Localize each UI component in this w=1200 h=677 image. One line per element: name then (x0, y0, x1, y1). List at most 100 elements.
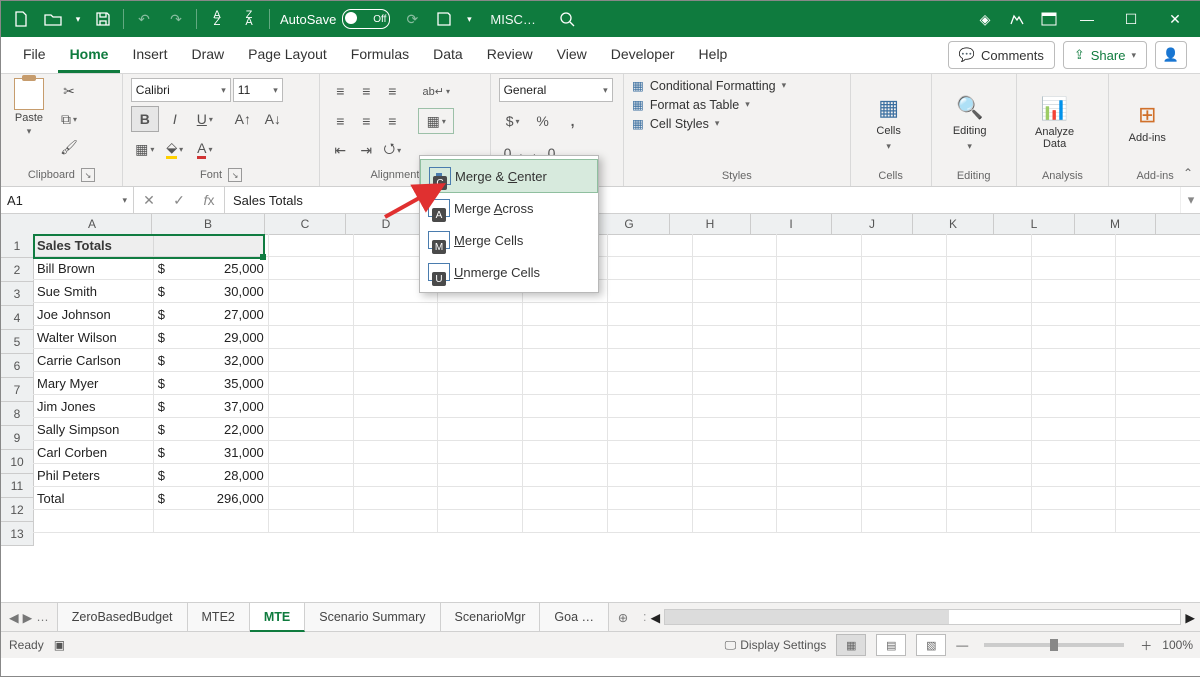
wrap-text-button[interactable]: ab↵ (418, 78, 454, 104)
zoom-out-icon[interactable]: — (956, 638, 968, 652)
percent-format-icon[interactable]: % (529, 108, 557, 134)
merge-menu-item-m[interactable]: MMerge Cells (420, 224, 598, 256)
open-dropdown-icon[interactable]: ▾ (71, 5, 85, 33)
cell-G4[interactable] (608, 303, 693, 326)
col-header-I[interactable]: I (751, 214, 832, 234)
cell-K10[interactable] (947, 441, 1032, 464)
cell-C6[interactable] (269, 349, 354, 372)
cell-A11[interactable]: Phil Peters (33, 464, 154, 487)
minimize-button[interactable]: — (1067, 1, 1107, 37)
tab-review[interactable]: Review (475, 38, 545, 73)
open-file-icon[interactable] (39, 5, 67, 33)
cell-J2[interactable] (862, 257, 947, 280)
cell-H3[interactable] (693, 280, 778, 303)
col-header-K[interactable]: K (913, 214, 994, 234)
cell-C2[interactable] (269, 257, 354, 280)
cell-L9[interactable] (1032, 418, 1117, 441)
cell-M2[interactable] (1116, 257, 1200, 280)
cell-L1[interactable] (1032, 234, 1117, 257)
worksheet-grid[interactable]: ABCDEFGHIJKLM 12345678910111213 Sales To… (1, 214, 1200, 602)
cell-A10[interactable]: Carl Corben (33, 441, 154, 464)
align-top-icon[interactable]: ≡ (328, 79, 352, 103)
cell-J7[interactable] (862, 372, 947, 395)
cell-J1[interactable] (862, 234, 947, 257)
tab-formulas[interactable]: Formulas (339, 38, 421, 73)
cell-C5[interactable] (269, 326, 354, 349)
cell-H13[interactable] (693, 510, 778, 533)
cell-K13[interactable] (947, 510, 1032, 533)
cell-D9[interactable] (354, 418, 439, 441)
insert-function-icon[interactable]: fx (194, 186, 224, 214)
hscroll-left-icon[interactable]: ◀ (651, 610, 661, 625)
macro-record-icon[interactable]: ▣ (54, 638, 65, 652)
cell-L6[interactable] (1032, 349, 1117, 372)
col-header-A[interactable]: A (33, 214, 152, 234)
cell-A9[interactable]: Sally Simpson (33, 418, 154, 441)
cell-K8[interactable] (947, 395, 1032, 418)
tab-page-layout[interactable]: Page Layout (236, 38, 339, 73)
redo-icon[interactable]: ↷ (162, 5, 190, 33)
cell-B2[interactable]: $25,000 (154, 257, 269, 280)
cell-I13[interactable] (777, 510, 862, 533)
shrink-font-icon[interactable]: A↓ (259, 106, 287, 132)
cell-K6[interactable] (947, 349, 1032, 372)
fill-color-icon[interactable]: ⬙ (161, 136, 189, 162)
tab-developer[interactable]: Developer (599, 38, 687, 73)
cell-J5[interactable] (862, 326, 947, 349)
cell-I6[interactable] (777, 349, 862, 372)
cell-F4[interactable] (523, 303, 608, 326)
cell-A5[interactable]: Walter Wilson (33, 326, 154, 349)
cell-K9[interactable] (947, 418, 1032, 441)
merge-menu-item-c[interactable]: CMerge & Center (420, 159, 598, 193)
cell-D5[interactable] (354, 326, 439, 349)
search-icon[interactable] (556, 8, 578, 30)
cell-G1[interactable] (608, 234, 693, 257)
tab-data[interactable]: Data (421, 38, 475, 73)
cell-E12[interactable] (438, 487, 523, 510)
cell-C12[interactable] (269, 487, 354, 510)
col-header-H[interactable]: H (670, 214, 751, 234)
cell-M12[interactable] (1116, 487, 1200, 510)
cell-C4[interactable] (269, 303, 354, 326)
ribbon-mode-icon[interactable] (1035, 5, 1063, 33)
cell-H7[interactable] (693, 372, 778, 395)
cell-J8[interactable] (862, 395, 947, 418)
zoom-slider[interactable] (984, 643, 1124, 647)
cell-F11[interactable] (523, 464, 608, 487)
addins-button[interactable]: ⊞Add-ins (1117, 78, 1177, 168)
zoom-level[interactable]: 100% (1162, 638, 1193, 652)
cell-H8[interactable] (693, 395, 778, 418)
cell-D11[interactable] (354, 464, 439, 487)
align-right-icon[interactable]: ≡ (380, 109, 404, 133)
tab-help[interactable]: Help (687, 38, 740, 73)
column-headers[interactable]: ABCDEFGHIJKLM (33, 214, 1200, 235)
row-header-10[interactable]: 10 (1, 450, 33, 474)
cell-M7[interactable] (1116, 372, 1200, 395)
display-settings-button[interactable]: 🖵 Display Settings (725, 638, 827, 653)
paste-button[interactable]: Paste▾ (9, 78, 49, 166)
orientation-icon[interactable]: ⭯ (380, 138, 404, 162)
font-name-combo[interactable]: Calibri▾ (131, 78, 231, 102)
cell-styles-button[interactable]: ▦Cell Styles▾ (632, 116, 786, 131)
cell-M3[interactable] (1116, 280, 1200, 303)
merge-menu-item-u[interactable]: UUnmerge Cells (420, 256, 598, 288)
cell-I9[interactable] (777, 418, 862, 441)
cells-button[interactable]: ▦Cells▾ (859, 78, 919, 168)
editing-button[interactable]: 🔍Editing▾ (940, 78, 1000, 168)
tab-file[interactable]: File (11, 38, 58, 73)
cell-E5[interactable] (438, 326, 523, 349)
cell-D13[interactable] (354, 510, 439, 533)
qat-dropdown-icon[interactable]: ▾ (462, 5, 476, 33)
cell-B13[interactable] (154, 510, 269, 533)
cell-K1[interactable] (947, 234, 1032, 257)
cell-M6[interactable] (1116, 349, 1200, 372)
align-center-icon[interactable]: ≡ (354, 109, 378, 133)
accounting-format-icon[interactable]: $ (499, 108, 527, 134)
sheet-nav-next-icon[interactable]: ▶ (23, 610, 33, 625)
tab-insert[interactable]: Insert (120, 38, 179, 73)
cell-B8[interactable]: $37,000 (154, 395, 269, 418)
cell-L11[interactable] (1032, 464, 1117, 487)
font-launcher[interactable]: ↘ (228, 168, 242, 182)
cell-M8[interactable] (1116, 395, 1200, 418)
cut-icon[interactable]: ✂ (55, 78, 83, 104)
